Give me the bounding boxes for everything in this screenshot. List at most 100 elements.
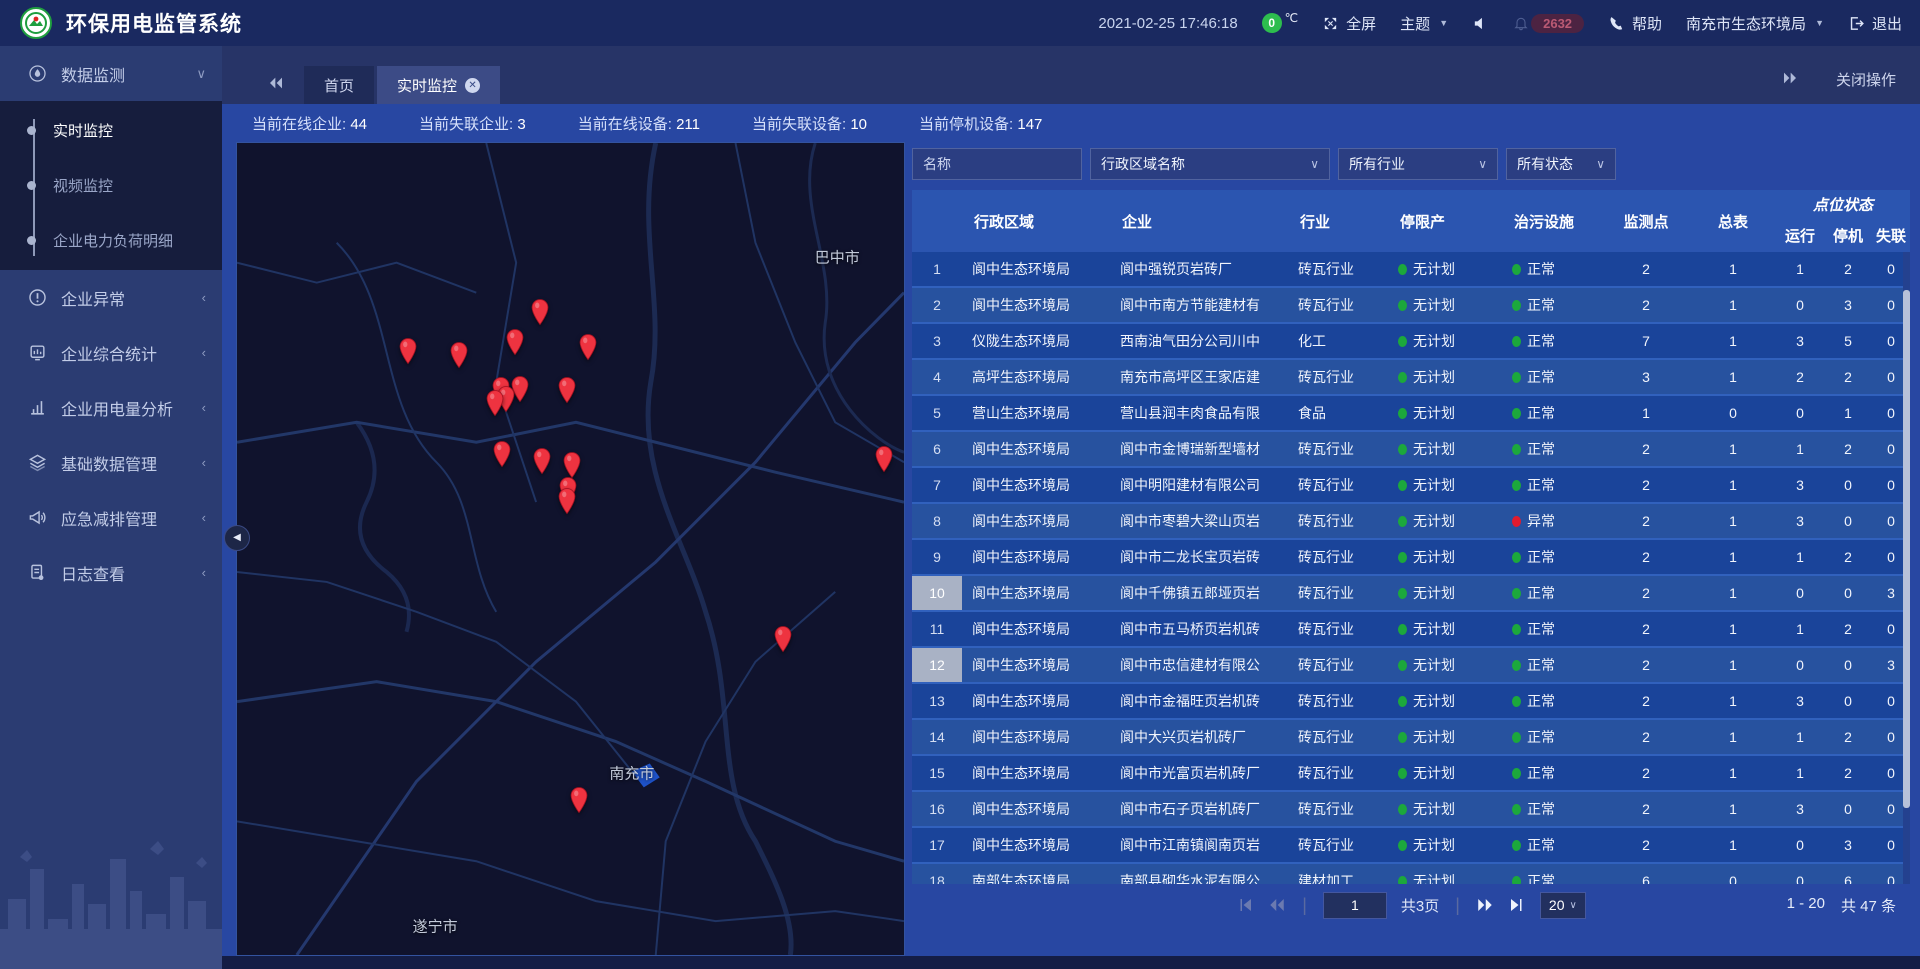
- column-header-停限产[interactable]: 停限产: [1388, 190, 1502, 252]
- status-select[interactable]: 所有状态 ∨: [1506, 148, 1616, 180]
- first-page-button[interactable]: [1236, 896, 1254, 914]
- region-select[interactable]: 行政区域名称 ∨: [1090, 148, 1330, 180]
- map-pin-icon[interactable]: [557, 377, 577, 404]
- panel-collapse-button[interactable]: ◀: [224, 525, 250, 551]
- last-page-icon: [1508, 896, 1526, 914]
- table-row[interactable]: 17阆中生态环境局阆中市江南镇阆南页岩砖瓦行业无计划正常21030: [912, 828, 1910, 864]
- cell-company: 南充市高坪区王家店建: [1110, 360, 1288, 394]
- map-pin-icon[interactable]: [492, 441, 512, 468]
- sidebar-subitem-视频监控[interactable]: 视频监控: [0, 158, 222, 213]
- table-row[interactable]: 16阆中生态环境局阆中市石子页岩机砖厂砖瓦行业无计划正常21300: [912, 792, 1910, 828]
- map-pin-icon[interactable]: [569, 787, 589, 814]
- column-header-行政区域[interactable]: 行政区域: [962, 190, 1110, 252]
- table-row[interactable]: 1阆中生态环境局阆中强锐页岩砖厂砖瓦行业无计划正常21120: [912, 252, 1910, 288]
- cell-industry: 砖瓦行业: [1288, 360, 1388, 394]
- sidebar-item-2[interactable]: 企业异常‹: [0, 270, 222, 325]
- map-pin-icon[interactable]: [449, 342, 469, 369]
- sidebar-item-7[interactable]: 日志查看‹: [0, 545, 222, 600]
- table-scrollbar[interactable]: [1903, 252, 1910, 884]
- cell-monitor-points: 2: [1602, 648, 1690, 682]
- notifications[interactable]: 2632: [1513, 14, 1584, 33]
- column-header-企业[interactable]: 企业: [1110, 190, 1288, 252]
- sidebar-item-4[interactable]: 企业用电量分析‹: [0, 380, 222, 435]
- tabs-scroll-right-button[interactable]: [1782, 70, 1798, 89]
- tab-home[interactable]: 首页: [304, 66, 374, 104]
- tab-realtime-monitor[interactable]: 实时监控 ✕: [377, 66, 500, 104]
- tabs-scroll-left-button[interactable]: [268, 75, 284, 94]
- table-row[interactable]: 7阆中生态环境局阆中明阳建材有限公司砖瓦行业无计划正常21300: [912, 468, 1910, 504]
- table-row[interactable]: 6阆中生态环境局阆中市金博瑞新型墙材砖瓦行业无计划正常21120: [912, 432, 1910, 468]
- map-pin-icon[interactable]: [557, 487, 577, 514]
- column-header-监测点[interactable]: 监测点: [1602, 190, 1690, 252]
- status-dot-icon: [1398, 408, 1407, 419]
- map-pin-icon[interactable]: [773, 625, 793, 652]
- sidebar-subitem-实时监控[interactable]: 实时监控: [0, 103, 222, 158]
- cell-index: 5: [912, 396, 962, 430]
- status-dot-icon: [1512, 840, 1521, 851]
- table-row[interactable]: 14阆中生态环境局阆中大兴页岩机砖厂砖瓦行业无计划正常21120: [912, 720, 1910, 756]
- page-size-select[interactable]: 20 ∨: [1540, 892, 1586, 919]
- table-row[interactable]: 11阆中生态环境局阆中市五马桥页岩机砖砖瓦行业无计划正常21120: [912, 612, 1910, 648]
- column-header-失联[interactable]: 失联: [1872, 218, 1910, 252]
- column-header-总表[interactable]: 总表: [1690, 190, 1776, 252]
- close-tab-icon[interactable]: ✕: [465, 78, 480, 93]
- map-pin-icon[interactable]: [874, 445, 894, 472]
- column-header-治污设施[interactable]: 治污设施: [1502, 190, 1602, 252]
- sidebar-item-3[interactable]: 企业综合统计‹: [0, 325, 222, 380]
- status-dot-icon: [1512, 768, 1521, 779]
- cell-running: 0: [1776, 396, 1824, 430]
- scrollbar-thumb[interactable]: [1903, 290, 1910, 808]
- sidebar-subitem-企业电力负荷明细[interactable]: 企业电力负荷明细: [0, 213, 222, 268]
- status-dot-icon: [1512, 804, 1521, 815]
- column-header-停机[interactable]: 停机: [1824, 218, 1872, 252]
- last-page-button[interactable]: [1508, 896, 1526, 914]
- column-header-index[interactable]: [912, 190, 962, 252]
- next-page-button[interactable]: [1476, 896, 1494, 914]
- cell-pollution-facility: 异常: [1502, 504, 1602, 538]
- table-row[interactable]: 3仪陇生态环境局西南油气田分公司川中化工无计划正常71350: [912, 324, 1910, 360]
- stat-5: 当前停机设备: 147: [919, 113, 1042, 134]
- table-row[interactable]: 12阆中生态环境局阆中市忠信建材有限公砖瓦行业无计划正常21003: [912, 648, 1910, 684]
- caret-down-icon: ▼: [1439, 18, 1448, 28]
- table-row[interactable]: 4高坪生态环境局南充市高坪区王家店建砖瓦行业无计划正常31220: [912, 360, 1910, 396]
- name-search-input[interactable]: [912, 148, 1082, 180]
- column-header-行业[interactable]: 行业: [1288, 190, 1388, 252]
- map-pin-icon[interactable]: [530, 298, 550, 325]
- sidebar-item-6[interactable]: 应急减排管理‹: [0, 490, 222, 545]
- cell-limit-production: 无计划: [1388, 504, 1502, 538]
- map-pin-icon[interactable]: [562, 452, 582, 479]
- table-row[interactable]: 13阆中生态环境局阆中市金福旺页岩机砖砖瓦行业无计划正常21300: [912, 684, 1910, 720]
- map-pin-icon[interactable]: [485, 390, 505, 417]
- logout-button[interactable]: 退出: [1848, 13, 1902, 34]
- prev-page-button[interactable]: [1268, 896, 1286, 914]
- sidebar-item-5[interactable]: 基础数据管理‹: [0, 435, 222, 490]
- map-pin-icon[interactable]: [398, 337, 418, 364]
- sound-toggle[interactable]: [1472, 15, 1489, 32]
- sidebar-item-1[interactable]: 数据监测∨: [0, 46, 222, 101]
- cell-pollution-facility: 正常: [1502, 720, 1602, 754]
- table-row[interactable]: 18南部生态环境局南部县砌华水泥有限公建材加工无计划正常60060: [912, 864, 1910, 884]
- table-row[interactable]: 8阆中生态环境局阆中市枣碧大梁山页岩砖瓦行业无计划异常21300: [912, 504, 1910, 540]
- table-row[interactable]: 2阆中生态环境局阆中市南方节能建材有砖瓦行业无计划正常21030: [912, 288, 1910, 324]
- industry-select[interactable]: 所有行业 ∨: [1338, 148, 1498, 180]
- cell-monitor-points: 2: [1602, 504, 1690, 538]
- map-pin-icon[interactable]: [532, 448, 552, 475]
- table-row[interactable]: 5营山生态环境局营山县润丰肉食品有限食品无计划正常10010: [912, 396, 1910, 432]
- map-pin-icon[interactable]: [578, 334, 598, 361]
- page-number-input[interactable]: [1323, 892, 1387, 919]
- column-header-运行[interactable]: 运行: [1776, 218, 1824, 252]
- theme-menu[interactable]: 主题▼: [1400, 13, 1448, 34]
- help-button[interactable]: 帮助: [1608, 13, 1662, 34]
- table-row[interactable]: 15阆中生态环境局阆中市光富页岩机砖厂砖瓦行业无计划正常21120: [912, 756, 1910, 792]
- table-row[interactable]: 9阆中生态环境局阆中市二龙长宝页岩砖砖瓦行业无计划正常21120: [912, 540, 1910, 576]
- table-row[interactable]: 10阆中生态环境局阆中千佛镇五郎垭页岩砖瓦行业无计划正常21003: [912, 576, 1910, 612]
- fullscreen-button[interactable]: 全屏: [1322, 13, 1376, 34]
- column-group-point-status[interactable]: 点位状态: [1776, 190, 1910, 218]
- org-menu[interactable]: 南充市生态环境局▼: [1686, 13, 1824, 34]
- cell-region: 阆中生态环境局: [962, 756, 1110, 790]
- map-pin-icon[interactable]: [505, 329, 525, 356]
- speaker-icon: [1472, 15, 1489, 32]
- map-panel[interactable]: 巴中市南充市遂宁市 ◀: [236, 142, 905, 956]
- close-operations-menu[interactable]: 关闭操作: [1836, 69, 1896, 90]
- status-dot-icon: [1398, 696, 1407, 707]
